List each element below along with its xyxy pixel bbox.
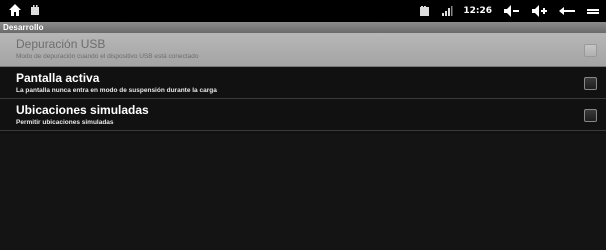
status-left <box>8 3 40 17</box>
notification-icon[interactable] <box>30 4 40 16</box>
usb-debugging-checkbox[interactable] <box>584 44 597 57</box>
volume-up-icon[interactable] <box>530 4 548 18</box>
clock: 12:26 <box>463 6 492 16</box>
setting-usb-debugging[interactable]: Depuración USB Modo de depuración cuando… <box>0 33 606 67</box>
screen: 12:26 Desarrollo Depuración USB Modo de … <box>0 0 606 250</box>
status-bar: 12:26 <box>0 0 606 22</box>
volume-down-icon[interactable] <box>502 4 520 18</box>
home-icon[interactable] <box>8 3 22 17</box>
empty-area <box>0 134 606 250</box>
setting-summary: Modo de depuración cuando el dispositivo… <box>16 53 199 60</box>
setting-summary: La pantalla nunca entra en modo de suspe… <box>16 87 217 94</box>
signal-icon <box>441 5 453 17</box>
mock-locations-checkbox[interactable] <box>584 109 597 122</box>
status-right: 12:26 <box>419 2 600 20</box>
back-icon[interactable] <box>558 4 576 18</box>
setting-mock-locations[interactable]: Ubicaciones simuladas Permitir ubicacion… <box>0 99 606 131</box>
setting-title: Pantalla activa <box>16 71 100 85</box>
setting-summary: Permitir ubicaciones simuladas <box>16 119 114 126</box>
sd-card-icon <box>419 5 431 17</box>
setting-stay-awake[interactable]: Pantalla activa La pantalla nunca entra … <box>0 67 606 99</box>
screen-title: Desarrollo <box>0 22 606 33</box>
setting-title: Depuración USB <box>16 37 106 51</box>
stay-awake-checkbox[interactable] <box>584 77 597 90</box>
menu-icon[interactable] <box>586 4 600 18</box>
setting-title: Ubicaciones simuladas <box>16 103 149 117</box>
settings-list: Depuración USB Modo de depuración cuando… <box>0 33 606 131</box>
